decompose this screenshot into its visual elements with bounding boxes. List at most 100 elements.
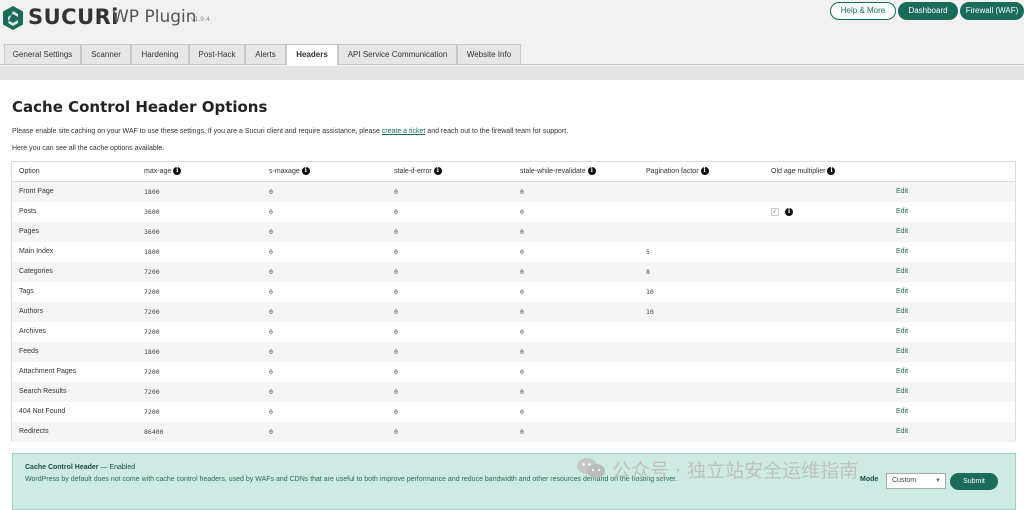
cell-value: 0 [394,428,398,436]
tab-website-info[interactable]: Website Info [457,44,521,65]
create-ticket-link[interactable]: create a ticket [382,128,426,135]
cell-value: 0 [394,308,398,316]
page-subdescription: Here you can see all the cache options a… [12,145,165,152]
option-name: Attachment Pages [19,368,77,375]
description-text: Please enable site caching on your WAF t… [12,128,382,135]
cell-value: 8 [646,268,650,276]
cell-value: 7200 [144,308,160,316]
cell-value: 10 [646,288,654,296]
option-name: Redirects [19,428,49,435]
edit-link[interactable]: Edit [896,382,908,402]
cell-value: 0 [394,348,398,356]
table-row: Tags 7200 0 0 0 10 Edit [12,282,1015,302]
table-row: Attachment Pages 7200 0 0 0 Edit [12,362,1015,382]
cell-value: 0 [394,288,398,296]
edit-link[interactable]: Edit [896,182,908,202]
watermark-text: 公众号 · 独立站安全运维指南 [612,460,859,482]
column-header-label: max-age [144,168,172,175]
cell-value: 0 [394,388,398,396]
cell-value: 0 [269,208,273,216]
edit-link[interactable]: Edit [896,242,908,262]
cell-value: 3600 [144,228,160,236]
tab-post-hack[interactable]: Post-Hack [189,44,245,65]
tab-alerts[interactable]: Alerts [245,44,286,65]
tab-api-service-communication[interactable]: API Service Communication [338,44,457,65]
info-icon[interactable]: i [433,167,442,176]
option-name: Search Results [19,388,67,395]
firewall-waf-button[interactable]: Firewall (WAF) [960,2,1024,20]
cell-value: 0 [269,368,273,376]
edit-link[interactable]: Edit [896,282,908,302]
table-row: Search Results 7200 0 0 0 Edit [12,382,1015,402]
mode-value: Custom [892,477,917,484]
old-age-checkbox[interactable]: ✓ [771,208,779,216]
table-row: Front Page 1800 0 0 0 Edit [12,182,1015,202]
info-icon[interactable]: i [700,167,709,176]
cell-value: 0 [520,228,524,236]
column-header: stale-if-error i [394,162,442,182]
column-header-label: Old age multiplier [771,168,826,175]
info-icon[interactable]: i [587,167,596,176]
option-name: Tags [19,288,34,295]
cell-value: 0 [520,408,524,416]
info-icon[interactable]: i [785,208,793,216]
edit-link[interactable]: Edit [896,422,908,442]
tab-general-settings[interactable]: General Settings [4,44,81,65]
help-more-button[interactable]: Help & More [830,2,896,20]
tab-strip [0,66,1024,80]
cell-value: 0 [269,328,273,336]
cell-value: 0 [394,208,398,216]
wechat-icon [577,458,605,478]
mode-select[interactable]: Custom ▼ [886,473,946,489]
edit-link[interactable]: Edit [896,262,908,282]
submit-button[interactable]: Submit [950,473,998,490]
cache-control-panel: Cache Control Header — Enabled WordPress… [12,453,1016,510]
table-row: Posts 3600 0 0 0 ✓ i Edit [12,202,1015,222]
cache-options-table: Option max-age i s-maxage i stale-if-error i st… [11,161,1016,442]
cell-value: 0 [269,408,273,416]
cell-value: 0 [394,188,398,196]
panel-title: Cache Control Header — Enabled [25,464,135,471]
cell-value: 0 [394,228,398,236]
tab-scanner[interactable]: Scanner [81,44,131,65]
edit-link[interactable]: Edit [896,402,908,422]
tab-hardening[interactable]: Hardening [131,44,189,65]
edit-link[interactable]: Edit [896,342,908,362]
table-row: Main Index 1800 0 0 0 5 Edit [12,242,1015,262]
cell-value: 0 [269,268,273,276]
table-row: Categories 7200 0 0 0 8 Edit [12,262,1015,282]
cell-value: 0 [269,228,273,236]
column-header: stale-while-revalidate i [520,162,596,182]
version-label: v1.9.4 [191,16,210,23]
table-row: Redirects 86400 0 0 0 Edit [12,422,1015,442]
table-row: Authors 7200 0 0 0 10 Edit [12,302,1015,322]
info-icon[interactable]: i [173,167,182,176]
tab-headers[interactable]: Headers [286,44,338,66]
edit-link[interactable]: Edit [896,222,908,242]
panel-status: — Enabled [98,464,136,471]
cell-value: 0 [520,248,524,256]
info-icon[interactable]: i [301,167,310,176]
cell-value: 0 [269,248,273,256]
option-name: Main Index [19,248,54,255]
cell-value: 10 [646,308,654,316]
cell-value: 0 [520,268,524,276]
option-name: Archives [19,328,46,335]
dashboard-button[interactable]: Dashboard [898,2,958,20]
cell-value: 1800 [144,248,160,256]
edit-link[interactable]: Edit [896,202,908,222]
table-row: Feeds 1800 0 0 0 Edit [12,342,1015,362]
cell-value: 7200 [144,268,160,276]
cell-value: 0 [394,328,398,336]
option-name: Categories [19,268,53,275]
chevron-down-icon: ▼ [935,478,941,484]
edit-link[interactable]: Edit [896,322,908,342]
cell-value: 7200 [144,368,160,376]
cell-value: 0 [394,368,398,376]
table-row: 404 Not Found 7200 0 0 0 Edit [12,402,1015,422]
edit-link[interactable]: Edit [896,302,908,322]
edit-link[interactable]: Edit [896,362,908,382]
column-header: Option [19,162,40,182]
info-icon[interactable]: i [827,167,836,176]
description-text-end: and reach out to the firewall team for s… [425,128,569,135]
